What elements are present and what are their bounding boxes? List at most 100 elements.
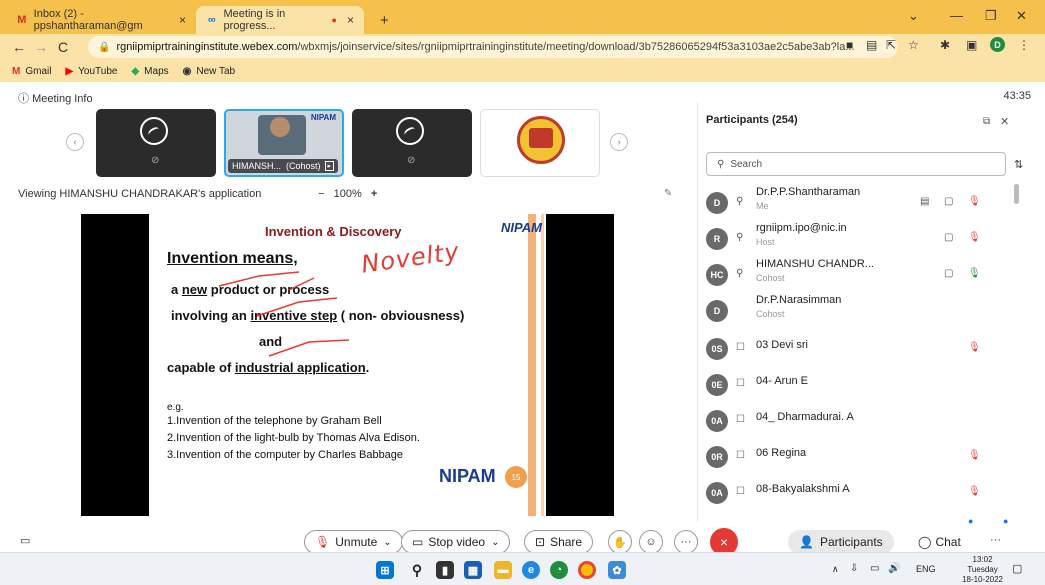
raise-hand-button[interactable]: ✋ <box>608 530 632 554</box>
extensions-icon[interactable]: ✱ <box>940 38 950 52</box>
slide-example: 3.Invention of the computer by Charles B… <box>167 449 404 461</box>
tab-gmail[interactable]: M Inbox (2) - ppshantharaman@gm × <box>6 6 196 34</box>
close-tab-icon[interactable]: × <box>179 13 186 27</box>
mic-muted-icon[interactable]: 🎙 <box>968 232 981 243</box>
video-off-icon: ⊘ <box>407 155 416 166</box>
slide-page-number: 15 <box>505 466 527 488</box>
bookmark-maps[interactable]: ◆ Maps <box>131 66 168 77</box>
youtube-icon: ▶ <box>65 65 74 77</box>
address-bar[interactable]: 🔒 rgniipmiprtraininginstitute.webex.com /… <box>88 36 898 58</box>
widgets-icon[interactable]: ▦ <box>464 561 482 579</box>
participant-row[interactable]: 0E ☐ 04- Arun E <box>706 368 1018 404</box>
start-icon[interactable]: ⊞ <box>376 561 394 579</box>
participant-row[interactable]: R ⚲ rgniipm.ipo@nic.in Host ▢ 🎙 <box>706 222 1018 258</box>
video-camera-icon: ▭ <box>412 535 424 549</box>
participant-search-input[interactable]: ⚲ Search <box>706 152 1006 176</box>
wifi-icon[interactable]: ▭ <box>870 563 879 574</box>
mic-muted-icon[interactable]: 🎙 <box>968 196 981 207</box>
mic-muted-icon[interactable]: 🎙 <box>968 342 981 353</box>
close-tab-icon[interactable]: × <box>347 13 354 27</box>
file-explorer-icon[interactable]: ▬ <box>494 561 512 579</box>
tray-chevron-icon[interactable]: ∧ <box>832 564 839 575</box>
annotate-pen-icon[interactable]: ✎ <box>664 188 672 199</box>
more-options-button[interactable]: ··· <box>674 530 698 554</box>
gmail-icon: M <box>12 65 21 77</box>
mic-active-icon[interactable]: 🎙 <box>968 268 981 279</box>
participant-name: Dr.P.Narasimman <box>756 294 842 306</box>
translate-icon[interactable]: ▤ <box>866 38 877 52</box>
profile-avatar[interactable]: D <box>990 37 1005 52</box>
webex-app-icon[interactable]: ✿ <box>608 561 626 579</box>
participant-row[interactable]: 0A ☐ 04_ Dharmadurai. A <box>706 404 1018 440</box>
prev-thumbnails-button[interactable]: ‹ <box>66 133 84 151</box>
language-indicator[interactable]: ENG <box>916 564 936 574</box>
screen-share-icon: ▸ <box>324 161 335 171</box>
stop-video-button[interactable]: ▭ Stop video ⌄ <box>401 530 511 554</box>
bookmark-gmail[interactable]: M Gmail <box>12 66 51 77</box>
video-thumbnail[interactable]: ⊘ <box>96 109 216 177</box>
new-tab-button[interactable]: + <box>370 6 399 34</box>
participant-row[interactable]: 0S ☐ 03 Devi sri 🎙 <box>706 332 1018 368</box>
overflow-menu-button[interactable]: ··· <box>990 534 1001 546</box>
bookmarks-bar: M Gmail ▶ YouTube ◆ Maps ◉ New Tab <box>0 60 1045 82</box>
captions-icon[interactable]: ▭ <box>20 534 30 547</box>
bookmark-new-tab[interactable]: ◉ New Tab <box>183 66 235 77</box>
popout-icon[interactable]: ⧉ <box>983 116 990 127</box>
unmute-button[interactable]: 🎙 Unmute ⌄ <box>304 530 403 554</box>
edge-icon[interactable]: e <box>522 561 540 579</box>
tab-webex-meeting[interactable]: ∞ Meeting is in progress... ● × <box>196 6 364 34</box>
bookmark-star-icon[interactable]: ☆ <box>908 38 919 52</box>
video-thumbnail-logo[interactable] <box>480 109 600 177</box>
restore-icon[interactable]: ❐ <box>985 8 997 24</box>
side-panel-icon[interactable]: ▣ <box>966 38 977 52</box>
system-clock[interactable]: 13:02 Tuesday 18-10-2022 <box>962 555 1003 585</box>
bookmark-label: YouTube <box>78 65 118 77</box>
participant-role: Host <box>756 237 775 247</box>
task-view-icon[interactable]: ▮ <box>436 561 454 579</box>
network-icon[interactable]: ⇩ <box>850 563 858 574</box>
tab-search-icon[interactable]: ⌄ <box>908 8 919 24</box>
participant-row[interactable]: D ⚲ Dr.P.P.Shantharaman Me ▤ ▢ 🎙 <box>706 186 1018 222</box>
video-thumbnail[interactable]: ⊘ <box>352 109 472 177</box>
slide-example: 2.Invention of the light-bulb by Thomas … <box>167 432 420 444</box>
closed-caption-icon: ▤ <box>920 196 930 207</box>
avatar: 0R <box>706 446 728 468</box>
close-panel-icon[interactable]: ✕ <box>1000 115 1009 128</box>
whatsapp-icon[interactable]: ◔ <box>550 561 568 579</box>
chrome-icon[interactable] <box>578 561 596 579</box>
minimize-icon[interactable]: — <box>950 8 963 23</box>
search-icon[interactable]: ⚲ <box>408 561 426 579</box>
next-thumbnails-button[interactable]: › <box>610 133 628 151</box>
camera-icon[interactable]: ■ <box>846 38 853 52</box>
share-label: Share <box>550 535 583 549</box>
mic-muted-icon[interactable]: 🎙 <box>968 486 981 497</box>
notification-dot-icon: ● <box>968 516 974 526</box>
sort-icon[interactable]: ⇅ <box>1014 158 1023 171</box>
reload-icon[interactable]: C <box>52 39 74 55</box>
participant-row[interactable]: 0A ☐ 08-Bakyalakshmi A 🎙 <box>706 476 1018 512</box>
mic-muted-icon[interactable]: 🎙 <box>968 450 981 461</box>
participant-name: 06 Regina <box>756 447 807 459</box>
share-button[interactable]: ⊡ Share <box>524 530 594 554</box>
notifications-icon[interactable]: ▢ <box>1012 562 1022 575</box>
avatar: 0A <box>706 410 728 432</box>
menu-icon[interactable]: ⋮ <box>1018 38 1030 52</box>
participant-row[interactable]: D Dr.P.Narasimman Cohost <box>706 294 1018 330</box>
participant-row[interactable]: 0R ☐ 06 Regina 🎙 <box>706 440 1018 476</box>
avatar: D <box>706 300 728 322</box>
participant-name: 03 Devi sri <box>756 339 808 351</box>
volume-icon[interactable]: 🔊 <box>888 563 900 574</box>
forward-icon[interactable]: → <box>30 39 52 55</box>
bookmark-youtube[interactable]: ▶ YouTube <box>65 66 117 77</box>
chat-button[interactable]: ◯ Chat <box>908 530 971 554</box>
participant-row[interactable]: HC ⚲ HIMANSHU CHANDR... Cohost ▢ 🎙 <box>706 258 1018 294</box>
zoom-out-button[interactable]: − <box>318 188 324 200</box>
zoom-in-button[interactable]: + <box>371 188 377 200</box>
reactions-button[interactable]: ☺ <box>639 530 663 554</box>
participants-button[interactable]: 👤 Participants <box>788 530 894 554</box>
close-window-icon[interactable]: ✕ <box>1016 8 1027 24</box>
back-icon[interactable]: ← <box>8 39 30 55</box>
meeting-info-button[interactable]: ⓘ Meeting Info <box>18 90 93 106</box>
video-thumbnail-speaker[interactable]: NIPAM HIMANSH... (Cohost) ▸ <box>224 109 344 177</box>
share-page-icon[interactable]: ⇱ <box>886 38 896 52</box>
